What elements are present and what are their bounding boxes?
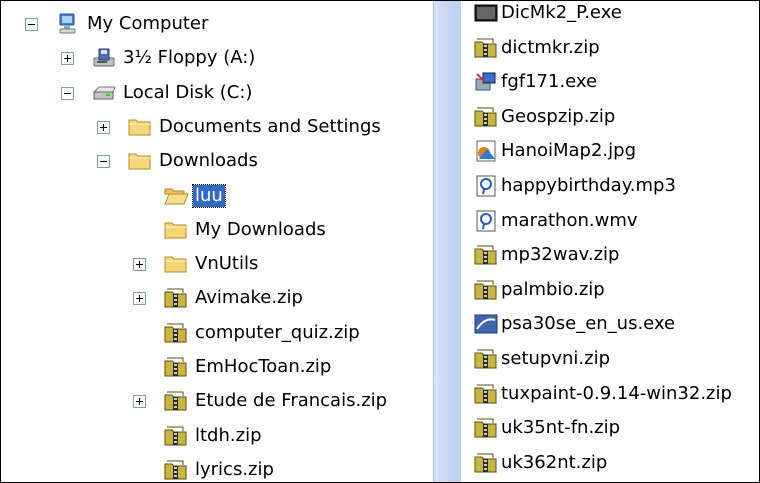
file-name[interactable]: Geospzip.zip [501,106,615,128]
expand-button[interactable] [61,52,74,66]
tree-node-label[interactable]: Documents and Settings [157,116,383,138]
zip-folder-icon [473,416,499,440]
zip-folder-icon [163,458,189,482]
zip-folder-icon [163,389,189,413]
file-item[interactable]: psa30se_en_us.exe [473,307,675,341]
zip-folder-icon [473,347,499,371]
hard-disk-icon [91,81,117,105]
file-name[interactable]: palmbio.zip [501,279,605,301]
file-item[interactable]: marathon.wmv [473,204,638,238]
tree-node-label[interactable]: Downloads [157,150,260,172]
zip-folder-icon [163,321,189,345]
zip-folder-icon [473,243,499,267]
file-name[interactable]: dictmkr.zip [501,37,600,59]
floppy-drive-icon [91,46,117,70]
tree-node[interactable]: 3½ Floppy (A:) [1,41,433,75]
my-computer-icon [55,12,81,36]
tree-node-label[interactable]: My Downloads [193,219,328,241]
file-item[interactable]: Geospzip.zip [473,100,615,134]
file-name[interactable]: marathon.wmv [501,210,638,232]
media-file-icon [473,209,499,233]
collapse-button[interactable] [61,86,74,100]
file-item[interactable]: mp32wav.zip [473,238,619,272]
folder-tree-pane[interactable]: My Computer 3½ Floppy (A:) Local Disk (C… [1,1,433,482]
app-exe-icon [473,312,499,336]
file-name[interactable]: mp32wav.zip [501,244,619,266]
file-item[interactable]: dictmkr.zip [473,31,600,65]
file-name[interactable]: setupvni.zip [501,348,610,370]
zip-folder-icon [163,286,189,310]
tree-node[interactable]: My Downloads [1,213,433,247]
tree-node[interactable]: Downloads [1,144,433,178]
tree-node-label[interactable]: EmHocToan.zip [193,356,333,378]
expand-button[interactable] [133,395,146,409]
image-file-icon [473,139,499,163]
folder-icon [163,252,189,276]
folder-icon [127,149,153,173]
tree-node[interactable]: luu [1,179,433,213]
file-item[interactable]: setupvni.zip [473,342,610,376]
file-item[interactable]: fgf171.exe [473,65,597,99]
file-item[interactable]: HanoiMap2.jpg [473,134,636,168]
file-name[interactable]: fgf171.exe [501,71,597,93]
folder-icon [127,115,153,139]
tree-node-label[interactable]: Avimake.zip [193,287,305,309]
tree-node[interactable]: My Computer [1,7,433,41]
media-file-icon [473,174,499,198]
collapse-button[interactable] [25,18,38,31]
file-item[interactable]: uk35nt-fn.zip [473,411,620,445]
tree-node[interactable]: EmHocToan.zip [1,350,433,384]
file-item[interactable]: DicMk2_P.exe [473,1,622,30]
file-name[interactable]: uk362nt.zip [501,452,607,474]
zip-folder-icon [473,105,499,129]
file-name[interactable]: uk35nt-fn.zip [501,417,620,439]
open-folder-icon [163,184,189,208]
tree-node[interactable]: ltdh.zip [1,419,433,453]
collapse-button[interactable] [97,155,110,169]
tree-node[interactable]: computer_quiz.zip [1,316,433,350]
zip-folder-icon [473,36,499,60]
tree-node-label[interactable]: ltdh.zip [193,425,264,447]
expand-button[interactable] [133,292,146,306]
tree-node[interactable]: Avimake.zip [1,281,433,315]
file-name[interactable]: HanoiMap2.jpg [501,140,636,162]
tree-node-label[interactable]: luu [192,183,226,208]
file-name[interactable]: psa30se_en_us.exe [501,313,675,335]
file-item[interactable]: happybirthday.mp3 [473,169,676,203]
file-name[interactable]: tuxpaint-0.9.14-win32.zip [501,383,732,405]
file-name[interactable]: DicMk2_P.exe [501,2,622,24]
file-item[interactable]: tuxpaint-0.9.14-win32.zip [473,377,732,411]
tree-node[interactable]: Etude de Francais.zip [1,384,433,418]
installer-icon [473,70,499,94]
file-item[interactable]: palmbio.zip [473,273,605,307]
tree-node-label[interactable]: Local Disk (C:) [121,82,254,104]
tree-node[interactable]: Local Disk (C:) [1,76,433,110]
expand-button[interactable] [97,120,110,134]
file-name[interactable]: happybirthday.mp3 [501,175,676,197]
zip-folder-icon [163,355,189,379]
tree-node-label[interactable]: computer_quiz.zip [193,322,362,344]
pane-splitter[interactable] [433,1,462,482]
zip-folder-icon [163,424,189,448]
tree-node-label[interactable]: My Computer [85,13,210,35]
exe-icon [473,1,499,25]
file-item[interactable]: uk362nt.zip [473,446,607,480]
expand-button[interactable] [133,258,146,272]
zip-folder-icon [473,278,499,302]
tree-node-label[interactable]: 3½ Floppy (A:) [121,47,257,69]
tree-node[interactable]: lyrics.zip [1,453,433,482]
tree-node[interactable]: Documents and Settings [1,110,433,144]
zip-folder-icon [473,382,499,406]
tree-node[interactable]: VnUtils [1,247,433,281]
zip-folder-icon [473,451,499,475]
explorer-window: My Computer 3½ Floppy (A:) Local Disk (C… [0,0,760,483]
tree-node-label[interactable]: VnUtils [193,253,260,275]
tree-node-label[interactable]: Etude de Francais.zip [193,390,389,412]
tree-node-label[interactable]: lyrics.zip [193,459,276,481]
file-list-pane[interactable]: DicMk2_P.exe dictmkr.zip fgf171.exe Geos… [461,1,759,482]
folder-icon [163,218,189,242]
